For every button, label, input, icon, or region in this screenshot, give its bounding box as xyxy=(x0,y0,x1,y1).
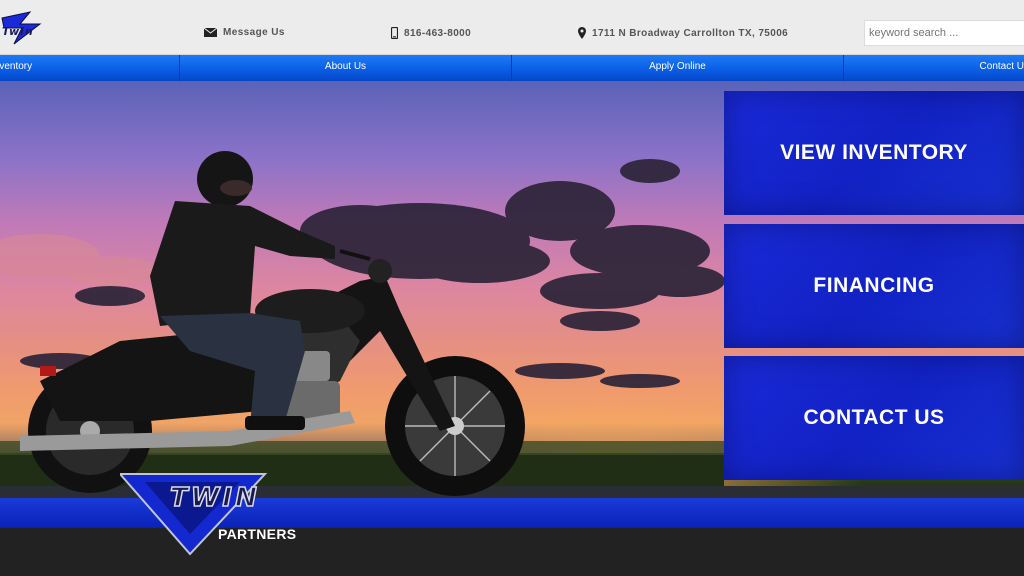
nav-item-label: About Us xyxy=(324,61,367,72)
logo-partners-text: PARTNERS xyxy=(218,526,297,542)
financing-label: FINANCING xyxy=(813,274,935,297)
nav-item-about-us[interactable]: About Us xyxy=(180,55,512,81)
contact-us-label: CONTACT US xyxy=(803,406,945,429)
logo-word: TWIN xyxy=(170,483,260,513)
phone-icon xyxy=(391,27,398,39)
top-bar: Twin Message Us 816-463-8000 1711 N Broa… xyxy=(0,0,1024,55)
main-nav: Inventory About Us Apply Online Contact … xyxy=(0,55,1024,81)
phone-number: 816-463-8000 xyxy=(404,27,472,39)
site-logo-text[interactable]: Twin xyxy=(2,25,34,38)
contact-us-button[interactable]: CONTACT US xyxy=(724,356,1024,480)
address-text: 1711 N Broadway Carrollton TX, 75006 xyxy=(592,27,789,39)
nav-item-inventory[interactable]: Inventory xyxy=(0,55,180,81)
nav-item-contact-us[interactable]: Contact U xyxy=(844,55,1024,81)
phone-link[interactable]: 816-463-8000 xyxy=(391,27,471,39)
twin-partners-logo-icon[interactable]: TWIN xyxy=(120,468,310,556)
envelope-icon xyxy=(204,28,217,37)
view-inventory-button[interactable]: VIEW INVENTORY xyxy=(724,91,1024,215)
message-us-link[interactable]: Message Us xyxy=(204,27,285,38)
map-pin-icon xyxy=(578,27,586,39)
financing-button[interactable]: FINANCING xyxy=(724,224,1024,348)
address-link[interactable]: 1711 N Broadway Carrollton TX, 75006 xyxy=(578,27,788,39)
nav-item-apply-online[interactable]: Apply Online xyxy=(512,55,844,81)
view-inventory-label: VIEW INVENTORY xyxy=(780,141,968,164)
nav-item-label: Contact U xyxy=(979,61,1024,72)
keyword-search-input[interactable] xyxy=(864,20,1024,46)
nav-item-label: Apply Online xyxy=(649,61,706,72)
message-us-label: Message Us xyxy=(223,27,285,38)
nav-item-label: Inventory xyxy=(0,61,33,72)
hero-banner: VIEW INVENTORY FINANCING CONTACT US xyxy=(0,81,1024,498)
